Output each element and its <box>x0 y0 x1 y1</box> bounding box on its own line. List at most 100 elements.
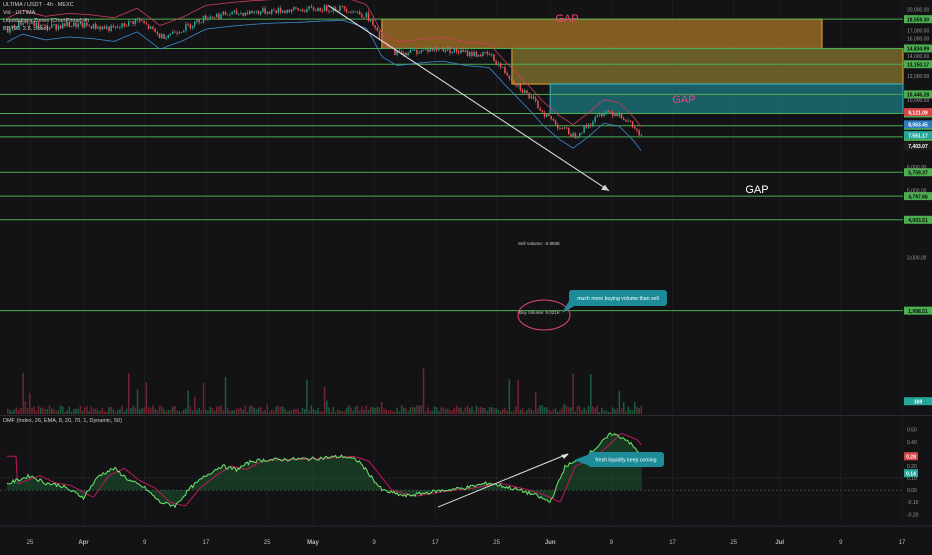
volume-bar <box>145 382 148 414</box>
buy-volume-label: Buy Volume: 8.021K <box>519 310 560 315</box>
candle-body <box>486 51 489 54</box>
candle-body <box>609 111 612 113</box>
candle-body <box>517 84 519 86</box>
volume-bar <box>112 409 115 414</box>
volume-bar <box>587 405 590 414</box>
volume-bar <box>334 411 337 414</box>
volume-bar <box>552 409 555 414</box>
volume-bar <box>411 407 414 414</box>
candle-body <box>306 9 308 12</box>
candle-body <box>341 5 343 7</box>
volume-bar <box>546 407 548 414</box>
volume-bar <box>286 411 288 414</box>
volume-bar <box>13 409 16 414</box>
volume-bar <box>312 409 315 414</box>
volume-bar <box>385 409 387 414</box>
sell-volume-label: Sell Volume: -2.993K <box>518 241 560 246</box>
candle-body <box>365 12 368 18</box>
candle-body <box>185 24 187 31</box>
candle-body <box>158 33 161 38</box>
volume-bar <box>297 408 299 414</box>
volume-bar <box>211 407 214 414</box>
volume-bar <box>68 406 71 414</box>
volume-bar <box>565 406 568 414</box>
volume-bar <box>623 401 625 414</box>
volume-bar <box>260 407 262 414</box>
candle-body <box>640 135 643 136</box>
volume-bar <box>561 407 563 414</box>
candle-body <box>264 8 266 14</box>
candle-body <box>515 83 517 86</box>
symbol-line[interactable]: ULTIMA / USDT · 4h · MEXC <box>3 2 74 9</box>
candle-body <box>180 32 183 33</box>
candle-body <box>508 75 511 79</box>
volume-bar <box>640 405 643 414</box>
candle-body <box>235 10 238 15</box>
volume-bar <box>108 406 110 414</box>
volume-bar <box>288 410 291 414</box>
volume-bar <box>196 409 198 414</box>
volume-bar <box>620 407 623 414</box>
volume-bar <box>378 407 381 414</box>
candle-body <box>466 50 469 56</box>
volume-bar <box>117 409 119 414</box>
candle-body <box>398 50 401 52</box>
liquidations-legend[interactable]: Liquidations Zones [ChartPrime] 4h <box>3 18 89 25</box>
dmf-legend[interactable]: DMF (Index, 26, EMA, 8, 20, 70, 1, Dynam… <box>3 418 122 425</box>
candle-body <box>200 22 203 24</box>
volume-bar <box>275 406 277 414</box>
dmf-tick-label: 0.00 <box>907 488 917 494</box>
volume-bar <box>477 407 480 414</box>
candle-body <box>625 119 627 122</box>
volume-bar <box>356 405 359 414</box>
volume-bar <box>271 409 273 414</box>
volume-bar <box>345 408 348 414</box>
candle-body <box>427 49 429 52</box>
volume-bar <box>95 408 97 414</box>
price-chart[interactable]: 0.500.400.300.200.100.00-0.10-0.200.280.… <box>0 0 932 550</box>
volume-legend[interactable]: Vol · ULTIMA <box>3 10 35 17</box>
volume-bar <box>233 410 236 414</box>
volume-bar <box>376 406 379 414</box>
volume-bar <box>315 410 317 414</box>
x-tick-label: Jun <box>545 540 556 546</box>
volume-bar <box>169 409 172 414</box>
current-price-label: 8,063.45 <box>908 123 928 129</box>
candle-body <box>491 54 493 56</box>
volume-bar <box>513 410 515 414</box>
volume-bar <box>594 407 596 414</box>
volume-bar <box>499 411 502 414</box>
candle-body <box>99 26 101 30</box>
candle-body <box>477 54 480 57</box>
gap-label-1: GAP <box>555 13 578 25</box>
volume-bar <box>449 409 451 414</box>
candle-body <box>312 7 315 10</box>
volume-bar <box>242 409 244 414</box>
volume-bar <box>585 409 588 414</box>
price-tick-label: 5,000.00 <box>907 189 927 195</box>
time-axis: 25Apr91725May91725Jun91725Jul91725Aug9 <box>27 540 906 546</box>
volume-bar <box>103 411 106 414</box>
volume-bar <box>220 405 222 414</box>
candle-body <box>539 108 541 111</box>
bb-legend[interactable]: BB (20, 2.8, close) <box>3 26 48 33</box>
volume-bar <box>590 373 592 414</box>
candle-body <box>134 19 137 24</box>
volume-bar <box>273 411 275 414</box>
volume-bar <box>207 411 209 414</box>
volume-bar <box>194 396 196 414</box>
candle-body <box>471 51 473 56</box>
x-tick-label: 9 <box>839 540 843 546</box>
candle-body <box>183 30 185 33</box>
candle-body <box>97 26 99 29</box>
price-tick-label: 12,000.00 <box>907 74 929 80</box>
candle-body <box>152 26 154 29</box>
price-tick-label: 14,000.00 <box>907 54 929 60</box>
buy-volume-circle <box>517 299 571 331</box>
volume-bar <box>62 406 64 414</box>
volume-bar <box>350 407 352 414</box>
volume-bar <box>491 407 493 414</box>
volume-bar <box>141 408 143 414</box>
candle-body <box>251 10 253 14</box>
volume-bar <box>596 405 599 414</box>
